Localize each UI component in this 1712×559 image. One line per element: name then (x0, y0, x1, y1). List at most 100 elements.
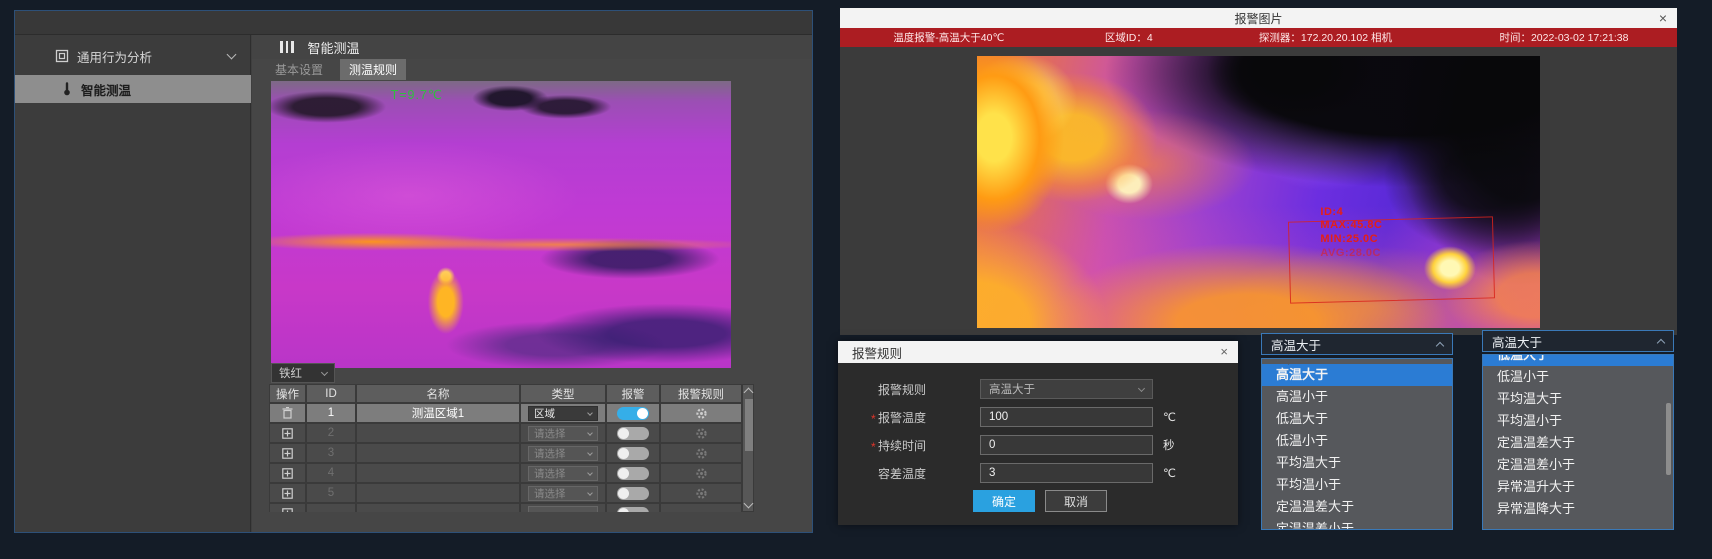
alarm-toggle[interactable] (617, 407, 649, 420)
duration-input[interactable] (980, 435, 1153, 455)
add-icon[interactable] (282, 468, 293, 479)
dropdown-option[interactable]: 定温温差大于 (1262, 496, 1452, 518)
chevron-down-icon (587, 450, 593, 456)
thermal-config-window: 通用行为分析 智能测温 智能测温 基本设置 测温规则 T=9.7℃ (14, 10, 813, 533)
alarm-banner-detector: 探测器：172.20.20.102 相机 (1200, 30, 1451, 45)
chevron-up-icon (1657, 338, 1665, 346)
panel-header: 智能测温 (252, 35, 812, 59)
row-id: 2 (306, 423, 356, 443)
chevron-down-icon (587, 470, 593, 476)
alarm-temperature-input[interactable] (980, 407, 1153, 427)
dropdown-option[interactable]: 高温小于 (1262, 386, 1452, 408)
gear-icon (695, 487, 708, 500)
col-alarm-rule: 报警规则 (660, 384, 742, 403)
table-row[interactable]: 4 请选择 (269, 463, 742, 483)
gear-icon[interactable] (695, 407, 708, 420)
gear-icon (695, 447, 708, 460)
thermometer-icon (61, 82, 73, 96)
tab-bar: 基本设置 测温规则 (252, 59, 812, 80)
dropdown-option[interactable]: 平均温大于 (1483, 388, 1673, 410)
field-label: 容差温度 (878, 465, 940, 482)
dropdown-option[interactable]: 高温大于 (1262, 364, 1452, 386)
sidebar-item-smart-thermometry[interactable]: 智能测温 (15, 75, 251, 103)
rule-type-select: 高温大于 (980, 379, 1153, 399)
row-id: 4 (306, 463, 356, 483)
col-name: 名称 (356, 384, 520, 403)
close-icon[interactable]: × (1220, 341, 1228, 361)
dropdown-option[interactable]: 低温小于 (1483, 366, 1673, 388)
row-id: 5 (306, 483, 356, 503)
alarm-banner-region: 区域ID：4 (1058, 30, 1200, 45)
rule-type-dropdown-b[interactable]: 高温大于 (1482, 330, 1674, 352)
tolerance-temperature-input[interactable] (980, 463, 1153, 483)
table-row[interactable]: 5 请选择 (269, 483, 742, 503)
col-operation: 操作 (269, 384, 306, 403)
rule-type-options-a: 高温大于 高温小于 低温大于 低温小于 平均温大于 平均温小于 定温温差大于 定… (1261, 358, 1453, 530)
screen: 通用行为分析 智能测温 智能测温 基本设置 测温规则 T=9.7℃ (0, 0, 1712, 559)
dropdown-option[interactable]: 定温温差小于 (1262, 518, 1452, 530)
close-icon[interactable]: × (1659, 8, 1667, 28)
table-row-partial (269, 503, 742, 512)
dropdown-option[interactable]: 平均温小于 (1262, 474, 1452, 496)
dropdown-option[interactable]: 定温温差大于 (1483, 432, 1673, 454)
col-id: ID (306, 384, 356, 403)
dropdown-option[interactable]: 异常温降大于 (1483, 498, 1673, 520)
region-table: 操作 ID 名称 类型 报警 报警规则 1 测温区域1 区域 (269, 384, 742, 512)
sidebar-item-label: 智能测温 (81, 80, 131, 99)
table-row[interactable]: 1 测温区域1 区域 (269, 403, 742, 423)
gear-icon (695, 467, 708, 480)
dropdown-option[interactable]: 定温温差小于 (1483, 454, 1673, 476)
sidebar-item-behavior-analysis[interactable]: 通用行为分析 (15, 43, 251, 69)
table-row[interactable]: 2 请选择 (269, 423, 742, 443)
alarm-region-readout: ID:4 MAX:45.8C MIN:25.0C AVG:28.0C (1320, 206, 1382, 261)
dropdown-option[interactable]: 低温大于 (1262, 408, 1452, 430)
cancel-button[interactable]: 取消 (1045, 490, 1107, 512)
type-select: 请选择 (528, 486, 598, 501)
scroll-down-icon[interactable] (744, 499, 754, 509)
type-select[interactable]: 区域 (528, 406, 598, 421)
alarm-toggle[interactable] (617, 427, 649, 440)
tab-basic-settings[interactable]: 基本设置 (266, 59, 332, 80)
scrollbar-thumb[interactable] (745, 399, 753, 451)
tab-thermometry-rules[interactable]: 测温规则 (340, 59, 406, 80)
menu-bars-icon[interactable] (280, 41, 294, 53)
panel-title: 智能测温 (308, 38, 360, 57)
ok-button[interactable]: 确定 (973, 490, 1035, 512)
scrollbar-thumb[interactable] (1666, 403, 1671, 475)
row-id: 1 (306, 403, 356, 423)
unit-label: 秒 (1163, 437, 1175, 453)
table-row[interactable]: 3 请选择 (269, 443, 742, 463)
unit-label: ℃ (1163, 410, 1176, 424)
delete-icon[interactable] (282, 407, 293, 419)
dropdown-option[interactable]: 低温小于 (1262, 430, 1452, 452)
palette-select[interactable]: 铁红 (271, 363, 335, 383)
col-alarm: 报警 (606, 384, 660, 403)
alarm-toggle[interactable] (617, 487, 649, 500)
dropdown-option[interactable]: 平均温大于 (1262, 452, 1452, 474)
scroll-up-icon[interactable] (744, 388, 754, 398)
thermal-preview-image[interactable]: T=9.7℃ (271, 81, 731, 368)
field-duration: * 持续时间 秒 (871, 435, 1175, 455)
chevron-up-icon (1436, 341, 1444, 349)
add-icon (282, 508, 293, 513)
dropdown-option-partial[interactable]: 低温大于 (1483, 355, 1673, 366)
add-icon[interactable] (282, 448, 293, 459)
dialog-title: 报警规则 (852, 343, 902, 362)
alarm-toggle[interactable] (617, 447, 649, 460)
alarm-toggle[interactable] (617, 467, 649, 480)
dialog-titlebar: 报警规则 × (838, 341, 1238, 363)
add-icon[interactable] (282, 488, 293, 499)
unit-label: ℃ (1163, 466, 1176, 480)
table-header-row: 操作 ID 名称 类型 报警 报警规则 (269, 384, 742, 403)
dropdown-option[interactable]: 异常温升大于 (1483, 476, 1673, 498)
table-scrollbar[interactable] (742, 384, 754, 512)
rule-type-dropdown-a[interactable]: 高温大于 (1261, 333, 1453, 355)
dropdown-value: 高温大于 (1492, 332, 1542, 351)
dropdown-option[interactable]: 平均温小于 (1483, 410, 1673, 432)
add-icon[interactable] (282, 428, 293, 439)
field-alarm-temperature: * 报警温度 ℃ (871, 407, 1176, 427)
row-id: 3 (306, 443, 356, 463)
chevron-down-icon[interactable] (227, 50, 237, 60)
sidebar-group-label: 通用行为分析 (77, 47, 152, 66)
palette-value: 铁红 (279, 365, 302, 381)
